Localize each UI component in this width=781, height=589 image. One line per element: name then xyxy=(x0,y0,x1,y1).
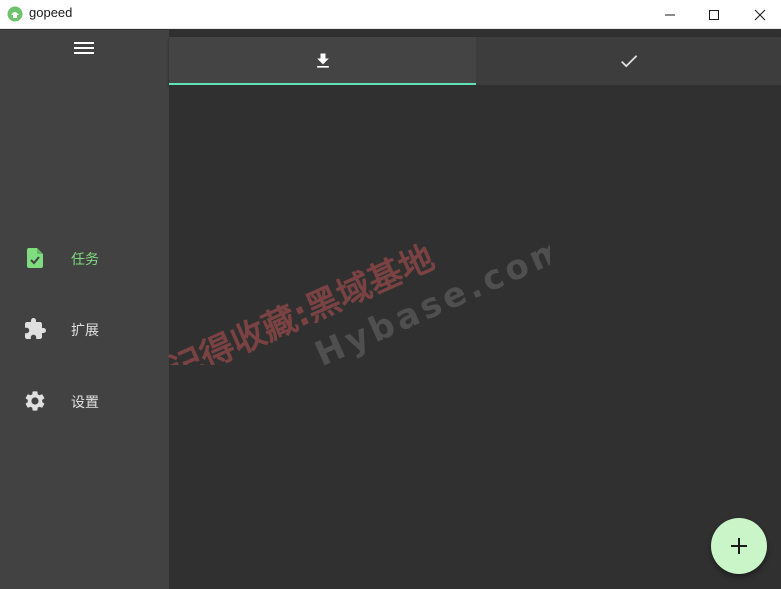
tab-done[interactable] xyxy=(476,37,781,85)
sidebar-item-label: 任务 xyxy=(71,252,99,268)
download-icon xyxy=(316,53,329,68)
sidebar-item-tasks[interactable]: 任务 xyxy=(0,238,169,278)
close-icon xyxy=(754,9,766,20)
title-bar: gopeed xyxy=(0,0,781,29)
menu-icon xyxy=(74,42,94,54)
sidebar: 任务 扩展 设置 xyxy=(0,30,169,589)
plus-icon xyxy=(731,538,747,554)
task-list-area xyxy=(169,85,781,589)
check-icon xyxy=(620,55,637,68)
sidebar-item-settings[interactable]: 设置 xyxy=(0,381,169,421)
tab-downloading[interactable] xyxy=(169,37,476,85)
sidebar-item-label: 扩展 xyxy=(71,323,99,339)
minimize-icon xyxy=(665,14,675,15)
add-task-button[interactable] xyxy=(711,518,767,574)
extension-icon xyxy=(25,318,46,339)
minimize-button[interactable] xyxy=(647,0,693,29)
maximize-icon xyxy=(709,9,719,20)
settings-icon xyxy=(25,391,45,411)
sidebar-item-extensions[interactable]: 扩展 xyxy=(0,309,169,349)
tab-bar xyxy=(169,37,781,85)
close-button[interactable] xyxy=(737,0,781,29)
menu-button[interactable] xyxy=(70,36,98,60)
sidebar-item-label: 设置 xyxy=(71,395,99,411)
task-icon xyxy=(27,248,43,268)
maximize-button[interactable] xyxy=(691,0,737,29)
app-title: gopeed xyxy=(29,5,73,20)
app-logo-icon xyxy=(7,6,23,22)
